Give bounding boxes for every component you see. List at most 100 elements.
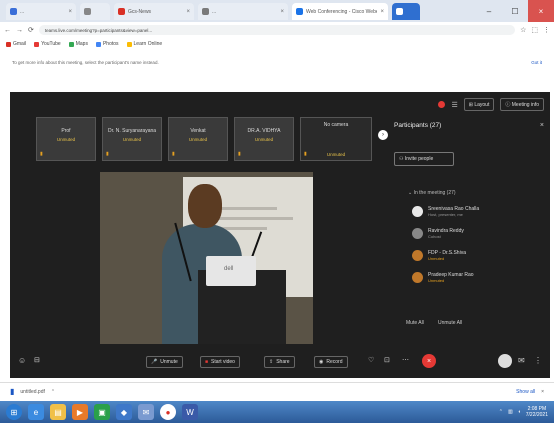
participant-tile[interactable]: No camera Unmuted ▮	[300, 117, 372, 161]
bookmark-item[interactable]: YouTube	[34, 41, 61, 47]
reload-icon[interactable]: ⟳	[28, 26, 34, 34]
bookmark-icon	[126, 41, 132, 47]
participant-tile[interactable]: Dr. N. Suryanarayana Unmuted ▮	[102, 117, 162, 161]
close-tab-icon[interactable]: ×	[186, 9, 190, 15]
url-field[interactable]: teams.live.com/meeting?p=participants&vi…	[38, 25, 516, 35]
tab-label: Web Conferencing - Cisco Webex	[306, 8, 378, 15]
browser-tab-1[interactable]: ... ×	[6, 3, 76, 20]
browser-tab-6[interactable]	[392, 3, 420, 20]
system-tray: ⌃ ▥ ◖ 2:08 PM 7/22/2021	[499, 406, 548, 418]
start-button-icon[interactable]: ⊞	[6, 404, 22, 420]
bookmark-star-icon[interactable]: ☆	[520, 26, 526, 34]
extensions-icon[interactable]: ⬚	[531, 26, 538, 34]
start-video-button[interactable]: ■ Start video	[200, 356, 240, 368]
participant-tile[interactable]: DR.A. VIDHYA Unmuted ▮	[234, 117, 294, 161]
store-icon[interactable]: ▣	[94, 404, 110, 420]
share-button[interactable]: ⇪ Share	[264, 356, 295, 368]
captions-icon[interactable]: ⊟	[34, 356, 40, 364]
bookmark-item[interactable]: Maps	[68, 41, 88, 47]
reactions-icon[interactable]: ♡	[368, 356, 374, 364]
bookmark-label: Gmail	[13, 41, 27, 47]
tile-name: Prof	[61, 128, 71, 134]
volume-icon[interactable]: ◖	[518, 409, 521, 415]
close-icon[interactable]: ×	[541, 389, 544, 395]
word-icon[interactable]: W	[182, 404, 198, 420]
browser-tab-2[interactable]	[80, 3, 110, 20]
mute-all-button[interactable]: Mute All	[406, 320, 424, 326]
emoji-icon[interactable]: ☺	[18, 356, 26, 365]
invite-people-button[interactable]: ⚇ Invite people	[394, 152, 454, 166]
active-speaker-video[interactable]: dell	[100, 172, 313, 344]
bookmark-item[interactable]: Learn Online	[126, 41, 163, 47]
tile-nav-icon[interactable]: ›	[378, 130, 388, 140]
recording-icon	[438, 101, 446, 108]
more-icon[interactable]: ⋯	[402, 356, 409, 364]
media-icon[interactable]: ▶	[72, 404, 88, 420]
minimize-icon[interactable]: –	[476, 0, 502, 22]
browser-tab-4[interactable]: ... ×	[198, 3, 288, 20]
grid-icon[interactable]: ☰	[451, 101, 457, 109]
participant-row[interactable]: Pradeep Kumar Rao Unmuted	[412, 272, 474, 283]
pdf-file-icon: ▮	[10, 387, 15, 396]
bookmark-icon	[95, 41, 101, 47]
apps-icon[interactable]: ⊡	[384, 356, 390, 364]
ie-icon[interactable]: e	[28, 404, 44, 420]
participants-panel: Participants (27) × ⚇ Invite people ⌄ In…	[388, 120, 550, 338]
close-icon[interactable]: ×	[540, 122, 544, 129]
invite-label: Invite people	[404, 156, 434, 162]
browser-tab-3[interactable]: Gcs-News ×	[114, 3, 194, 20]
close-tab-icon[interactable]: ×	[68, 9, 72, 15]
close-tab-icon[interactable]: ×	[380, 9, 384, 15]
meeting-window: ☰ ⊞ Layout ⓘ Meeting info Prof Unmuted ▮…	[10, 92, 550, 378]
bookmark-item[interactable]: Gmail	[6, 41, 26, 47]
tile-status: Unmuted	[188, 137, 208, 142]
back-icon[interactable]: ←	[4, 27, 11, 34]
chevron-up-icon[interactable]: ⌃	[499, 409, 503, 415]
in-meeting-header[interactable]: ⌄ In the meeting (27)	[408, 190, 456, 196]
meeting-info-button[interactable]: ⓘ Meeting info	[500, 98, 544, 111]
participant-row[interactable]: Sreenivasa Rao Challa Host, presenter, me	[412, 206, 479, 217]
participant-tile[interactable]: Venkat Unmuted ▮	[168, 117, 228, 161]
more-options-icon[interactable]: ⋮	[534, 356, 542, 365]
participant-role: Cohost	[428, 234, 441, 239]
close-window-icon[interactable]: ×	[528, 0, 554, 22]
forward-icon[interactable]: →	[16, 27, 23, 34]
close-tab-icon[interactable]: ×	[280, 9, 284, 15]
show-all-downloads-link[interactable]: Show all	[516, 389, 535, 395]
bookmark-label: Photos	[102, 41, 119, 47]
unmute-button[interactable]: 🎤 Unmute	[146, 356, 183, 368]
chevron-up-icon[interactable]: ⌃	[51, 389, 55, 395]
download-file-name[interactable]: untitled.pdf	[20, 389, 44, 395]
info-dismiss-link[interactable]: Got it	[531, 60, 542, 65]
bookmark-label: Learn Online	[133, 41, 163, 47]
participants-toggle-icon[interactable]	[498, 354, 512, 368]
browser-tab-5[interactable]: Web Conferencing - Cisco Webex ×	[292, 3, 388, 20]
participants-title: Participants (27)	[394, 122, 442, 129]
tab-label: ...	[212, 8, 217, 15]
meeting-info-label: Meeting info	[511, 101, 539, 108]
browser-tab-bar: ... × Gcs-News × ... × Web Conferencing …	[0, 0, 554, 22]
leave-meeting-button[interactable]: ×	[422, 354, 436, 368]
clock-date[interactable]: 7/22/2021	[526, 412, 548, 418]
bookmark-icon	[68, 41, 74, 47]
chrome-icon[interactable]: ●	[160, 404, 176, 420]
tab-favicon-icon	[118, 8, 125, 15]
participant-row[interactable]: FDP - Dr.S.Shiva Unmuted	[412, 250, 466, 261]
tile-name: No camera	[323, 122, 349, 128]
unmute-all-button[interactable]: Unmute All	[438, 320, 462, 326]
record-button[interactable]: ◉ Record	[314, 356, 348, 368]
network-icon[interactable]: ▥	[508, 409, 513, 415]
outlook-icon[interactable]: ✉	[138, 404, 154, 420]
layout-button[interactable]: ⊞ Layout	[463, 98, 495, 111]
chat-icon[interactable]: ✉	[518, 356, 525, 365]
bookmark-item[interactable]: Photos	[95, 41, 119, 47]
menu-icon[interactable]: ⋮	[543, 26, 550, 34]
tile-status: Unmuted	[254, 137, 274, 142]
tile-name: Venkat	[190, 128, 206, 134]
participant-row[interactable]: Ravindra Reddy Cohost	[412, 228, 464, 239]
maximize-icon[interactable]: ☐	[502, 0, 528, 22]
participant-tile[interactable]: Prof Unmuted ▮	[36, 117, 96, 161]
mic-icon: ▮	[106, 151, 109, 157]
explorer-icon[interactable]: ▤	[50, 404, 66, 420]
app-icon[interactable]: ◆	[116, 404, 132, 420]
